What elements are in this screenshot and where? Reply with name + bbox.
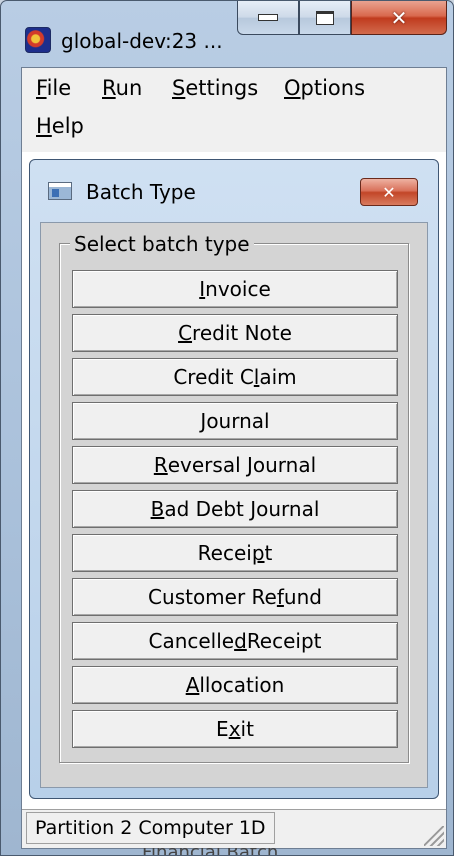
group-label: Select batch type <box>70 232 254 256</box>
cancelled-receipt-button[interactable]: Cancelle d Receipt <box>72 622 398 660</box>
invoice-button[interactable]: Invoice <box>72 270 398 308</box>
batch-button-list: Invoice Credit Note Credit Cl aim Journal… <box>72 270 398 754</box>
credit-note-button[interactable]: Credit Note <box>72 314 398 352</box>
menu-settings[interactable]: Settings <box>172 76 258 100</box>
resize-grip-icon[interactable] <box>424 826 444 846</box>
minimize-icon <box>258 14 278 21</box>
exit-button[interactable]: Ex it <box>72 710 398 748</box>
customer-refund-button[interactable]: Customer Re f und <box>72 578 398 616</box>
menu-help[interactable]: Help <box>36 114 84 138</box>
status-text: Partition 2 Computer 1D <box>26 812 275 844</box>
dialog-body: Select batch type Invoice Credit Note Cr… <box>40 222 428 788</box>
bad-debt-journal-button[interactable]: Bad Debt Journal <box>72 490 398 528</box>
receipt-button[interactable]: Recei p t <box>72 534 398 572</box>
menubar: File Run Settings Options Help <box>22 68 446 150</box>
batch-type-groupbox: Select batch type Invoice Credit Note Cr… <box>59 232 409 763</box>
journal-button[interactable]: Journal <box>72 402 398 440</box>
allocation-button[interactable]: Allocation <box>72 666 398 704</box>
menu-file[interactable]: File <box>36 76 71 100</box>
statusbar: Partition 2 Computer 1D <box>22 809 446 848</box>
window-titlebar[interactable]: global-dev:23 ... ✕ <box>1 1 453 67</box>
maximize-button[interactable] <box>299 1 351 35</box>
reversal-journal-button[interactable]: Reversal Journal <box>72 446 398 484</box>
close-icon: ✕ <box>390 5 408 30</box>
minimize-button[interactable] <box>237 1 299 35</box>
menu-run[interactable]: Run <box>102 76 142 100</box>
maximize-icon <box>316 10 334 25</box>
main-window: global-dev:23 ... ✕ File Run Settings Op… <box>0 0 454 856</box>
window-title: global-dev:23 ... <box>61 29 223 53</box>
caption-buttons: ✕ <box>237 1 449 37</box>
menu-options[interactable]: Options <box>284 76 365 100</box>
credit-claim-button[interactable]: Credit Cl aim <box>72 358 398 396</box>
dialog-title: Batch Type <box>86 180 196 204</box>
close-icon: ✕ <box>382 182 396 202</box>
app-icon[interactable] <box>25 27 51 53</box>
batch-type-dialog: Batch Type ✕ Select batch type Invoice C… <box>29 159 439 799</box>
dialog-close-button[interactable]: ✕ <box>360 178 418 206</box>
dialog-window-icon <box>48 182 72 200</box>
close-button[interactable]: ✕ <box>351 1 447 35</box>
